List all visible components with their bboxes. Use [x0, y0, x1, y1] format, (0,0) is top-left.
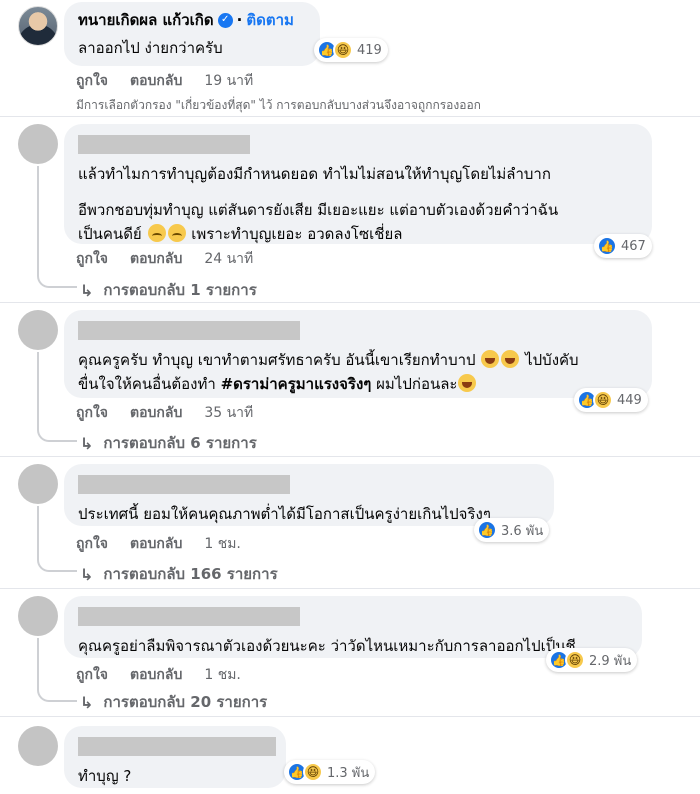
laughing-emoji-icon [501, 350, 520, 368]
view-replies-link[interactable]: ↳ การตอบกลับ 1 รายการ [80, 278, 257, 302]
reply-button[interactable]: ตอบกลับ [130, 533, 182, 555]
like-reaction-icon: 👍 [597, 236, 617, 256]
reply-arrow-icon: ↳ [80, 692, 94, 712]
avatar[interactable] [18, 6, 58, 46]
reaction-count: 3.6 พัน [501, 523, 544, 539]
divider [0, 716, 700, 717]
verified-badge-icon: ✓ [217, 12, 233, 28]
comment-line: ไปบังคับ [525, 351, 579, 369]
divider [0, 456, 700, 457]
avatar[interactable] [18, 596, 58, 636]
reaction-count: 2.9 พัน [589, 653, 632, 669]
comment-actions: ถูกใจ ตอบกลับ 1 ชม. [76, 664, 241, 686]
comment-text: คุณครูอย่าลืมพิจารณาตัวเองด้วยนะคะ ว่าวั… [78, 637, 576, 655]
comment-bubble: ทำบุญ ? [64, 726, 286, 788]
timestamp[interactable]: 24 นาที [204, 248, 253, 270]
reply-arrow-icon: ↳ [80, 433, 94, 453]
comment-bubble: แล้วทำไมการทำบุญต้องมีกำหนดยอด ทำไมไม่สอ… [64, 124, 652, 244]
comment-bubble: คุณครูครับ ทำบุญ เขาทำตามศรัทธาครับ อันน… [64, 310, 652, 398]
reply-button[interactable]: ตอบกลับ [130, 402, 182, 424]
comment-paragraph: อีพวกชอบทุ่มทำบุญ แต่สันดารยังเสีย มีเยอ… [78, 198, 638, 246]
comment-paragraph: แล้วทำไมการทำบุญต้องมีกำหนดยอด ทำไมไม่สอ… [78, 165, 551, 183]
reaction-summary[interactable]: 👍 😆 449 [574, 388, 648, 412]
comment-line: คุณครูครับ ทำบุญ เขาทำตามศรัทธาครับ อันน… [78, 351, 476, 369]
reply-arrow-icon: ↳ [80, 564, 94, 584]
like-reaction-icon: 👍 [477, 520, 497, 540]
avatar[interactable] [18, 726, 58, 766]
reaction-summary[interactable]: 👍 467 [594, 234, 652, 258]
haha-reaction-icon: 😆 [565, 650, 585, 670]
view-replies-link[interactable]: ↳ การตอบกลับ 6 รายการ [80, 431, 257, 455]
avatar[interactable] [18, 124, 58, 164]
author-name[interactable]: ทนายเกิดผล แก้วเกิด [78, 10, 214, 30]
reaction-count: 449 [617, 392, 642, 408]
comment-text: คุณครูครับ ทำบุญ เขาทำตามศรัทธาครับ อันน… [78, 348, 638, 396]
like-button[interactable]: ถูกใจ [76, 533, 108, 555]
comment-line: อีพวกชอบทุ่มทำบุญ แต่สันดารยังเสีย มีเยอ… [78, 201, 559, 219]
avatar[interactable] [18, 310, 58, 350]
redacted-name [78, 321, 300, 340]
avatar[interactable] [18, 464, 58, 504]
view-replies-link[interactable]: ↳ การตอบกลับ 20 รายการ [80, 690, 267, 714]
replies-label: การตอบกลับ 166 รายการ [103, 565, 278, 583]
comment-actions: ถูกใจ ตอบกลับ 19 นาที [76, 70, 253, 92]
replies-label: การตอบกลับ 20 รายการ [103, 693, 268, 711]
hashtag-link[interactable]: #ดราม่าครูมาแรงจริงๆ [221, 375, 372, 393]
comment-line: ขื่นใจให้คนอื่นต้องทำ [78, 375, 216, 393]
divider [0, 116, 700, 117]
redacted-name [78, 475, 290, 494]
reaction-count: 419 [357, 42, 382, 58]
comment-text: ทำบุญ ? [78, 767, 132, 785]
comment-text: แล้วทำไมการทำบุญต้องมีกำหนดยอด ทำไมไม่สอ… [78, 162, 638, 246]
filter-note: มีการเลือกตัวกรอง "เกี่ยวข้องที่สุด" ไว้… [76, 98, 481, 112]
comment-actions: ถูกใจ ตอบกลับ 24 นาที [76, 248, 253, 270]
like-button[interactable]: ถูกใจ [76, 402, 108, 424]
laughing-emoji-icon [458, 374, 477, 392]
redacted-name [78, 135, 250, 154]
author-row: ทนายเกิดผล แก้วเกิด ✓ · ติดตาม [78, 10, 306, 30]
comment-text: ลาออกไป ง่ายกว่าครับ [78, 39, 223, 57]
reaction-summary[interactable]: 👍 😆 1.3 พัน [284, 760, 376, 784]
like-button[interactable]: ถูกใจ [76, 70, 108, 92]
timestamp[interactable]: 35 นาที [204, 402, 253, 424]
reply-button[interactable]: ตอบกลับ [130, 248, 182, 270]
sad-emoji-icon [147, 224, 166, 242]
divider [0, 302, 700, 303]
reaction-summary[interactable]: 👍 😆 419 [314, 38, 388, 62]
like-button[interactable]: ถูกใจ [76, 664, 108, 686]
replies-label: การตอบกลับ 6 รายการ [103, 434, 257, 452]
timestamp[interactable]: 19 นาที [204, 70, 253, 92]
replies-label: การตอบกลับ 1 รายการ [103, 281, 257, 299]
comment-actions: ถูกใจ ตอบกลับ 1 ชม. [76, 533, 241, 555]
comment-line: เพราะทำบุญเยอะ อวดลงโซเชี่ยล [191, 225, 403, 243]
timestamp[interactable]: 1 ชม. [204, 664, 241, 686]
reply-button[interactable]: ตอบกลับ [130, 664, 182, 686]
reaction-summary[interactable]: 👍 3.6 พัน [474, 518, 550, 542]
haha-reaction-icon: 😆 [303, 762, 323, 782]
laughing-emoji-icon [481, 350, 500, 368]
follow-button[interactable]: ติดตาม [246, 10, 294, 30]
haha-reaction-icon: 😆 [333, 40, 353, 60]
sad-emoji-icon [167, 224, 186, 242]
comment-line: ผมไปก่อนละ [376, 375, 458, 393]
reply-arrow-icon: ↳ [80, 280, 94, 300]
timestamp[interactable]: 1 ชม. [204, 533, 241, 555]
reaction-count: 467 [621, 238, 646, 254]
reaction-count: 1.3 พัน [327, 765, 370, 781]
like-button[interactable]: ถูกใจ [76, 248, 108, 270]
comment-actions: ถูกใจ ตอบกลับ 35 นาที [76, 402, 253, 424]
redacted-name [78, 607, 300, 626]
reaction-summary[interactable]: 👍 😆 2.9 พัน [546, 648, 638, 672]
comment-text: ประเทศนี้ ยอมให้คนคุณภาพต่ำได้มีโอกาสเป็… [78, 505, 491, 523]
reply-button[interactable]: ตอบกลับ [130, 70, 182, 92]
view-replies-link[interactable]: ↳ การตอบกลับ 166 รายการ [80, 562, 278, 586]
haha-reaction-icon: 😆 [593, 390, 613, 410]
divider [0, 588, 700, 589]
comment-bubble: ทนายเกิดผล แก้วเกิด ✓ · ติดตาม ลาออกไป ง… [64, 2, 320, 66]
redacted-name [78, 737, 276, 756]
comment-bubble: ประเทศนี้ ยอมให้คนคุณภาพต่ำได้มีโอกาสเป็… [64, 464, 554, 526]
separator: · [236, 11, 243, 29]
comment-line: เป็นคนดีย์ [78, 225, 142, 243]
